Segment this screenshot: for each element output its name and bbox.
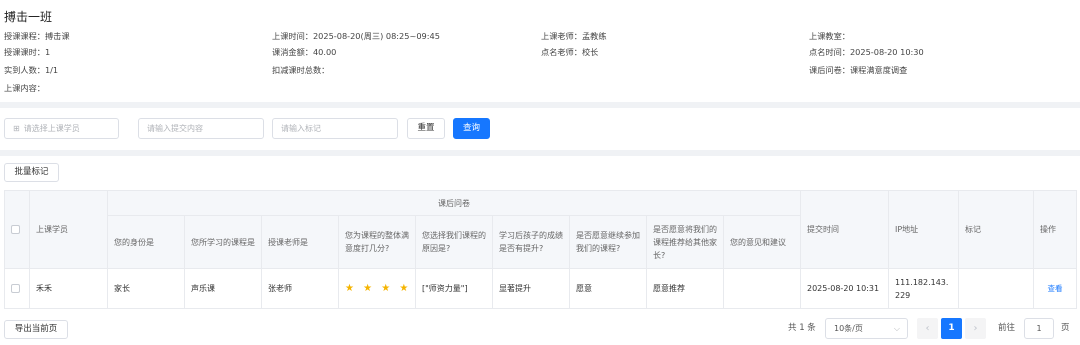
table-row: 禾禾 家长 声乐课 张老师 ★ ★ ★ ★ ★ ["师资力量"] 显著提升 愿意… — [4, 268, 1077, 309]
next-page-button[interactable]: › — [965, 318, 986, 339]
cell-submit-time: 2025-08-20 10:31 — [800, 268, 889, 309]
info-lesson-time: 上课时间：2025-08-20(周三) 08:25~09:45 — [272, 31, 440, 41]
cell-q4: ★ ★ ★ ★ ★ — [338, 268, 416, 309]
rating-stars: ★ ★ ★ ★ ★ — [345, 283, 409, 294]
cell-q8: 愿意推荐 — [646, 268, 724, 309]
grid-icon: ⊞ — [13, 124, 20, 133]
cell-q2: 声乐课 — [184, 268, 262, 309]
goto-page-input[interactable]: 1 — [1024, 318, 1054, 339]
info-row-4: 上课内容： — [4, 82, 1076, 94]
select-all-checkbox[interactable] — [11, 225, 20, 234]
student-select[interactable]: ⊞ 请选择上课学员 — [4, 118, 119, 139]
export-page-button[interactable]: 导出当前页 — [4, 320, 68, 339]
student-select-placeholder: 请选择上课学员 — [23, 124, 80, 133]
info-deduct-total: 扣减课时总数： — [272, 65, 330, 75]
header-q4: 您为课程的整体满意度打几分? — [338, 215, 416, 269]
header-q6: 学习后孩子的成绩是否有提升? — [492, 215, 570, 269]
header-q5: 您选择我们课程的原因是? — [415, 215, 493, 269]
info-attendance: 实到人数：1/1 — [4, 65, 59, 75]
info-survey: 课后问卷：课程满意度调查 — [809, 65, 908, 75]
mark-input-placeholder: 请输入标记 — [281, 124, 321, 133]
info-roll-time: 点名时间：2025-08-20 10:30 — [809, 47, 924, 57]
info-content: 上课内容： — [4, 83, 45, 93]
header-survey-group: 课后问卷 — [107, 190, 801, 216]
view-link[interactable]: 查看 — [1048, 284, 1063, 293]
info-fee: 课消金额：40.00 — [272, 47, 337, 57]
mark-input[interactable]: 请输入标记 — [272, 118, 398, 139]
query-button[interactable]: 查询 — [453, 118, 490, 139]
header-q1: 您的身份是 — [107, 215, 185, 269]
total-count: 共 1 条 — [788, 323, 816, 333]
info-teacher: 上课老师：孟教练 — [541, 31, 607, 41]
class-title: 搏击一班 — [4, 10, 53, 24]
page-size-value: 10条/页 — [834, 324, 863, 333]
header-student: 上课学员 — [29, 190, 108, 269]
header-q8: 是否愿意将我们的课程推荐给其他家长? — [646, 215, 724, 269]
info-classroom: 上课教室： — [809, 31, 850, 41]
cell-student: 禾禾 — [29, 268, 108, 309]
header-ip: IP地址 — [888, 190, 959, 269]
cell-q9 — [723, 268, 801, 309]
info-row-2: 授课课时：1 课消金额：40.00 点名老师：校长 点名时间：2025-08-2… — [4, 46, 1076, 58]
content-input-placeholder: 请输入提交内容 — [147, 124, 203, 133]
header-action: 操作 — [1033, 190, 1077, 269]
row-checkbox[interactable] — [11, 284, 20, 293]
prev-page-button[interactable]: ‹ — [917, 318, 938, 339]
batch-mark-button[interactable]: 批量标记 — [4, 163, 59, 182]
cell-q6: 显著提升 — [492, 268, 570, 309]
info-course: 授课课程：搏击课 — [4, 31, 70, 41]
info-row-3: 实到人数：1/1 扣减课时总数： 课后问卷：课程满意度调查 — [4, 64, 1076, 76]
header-mark: 标记 — [958, 190, 1034, 269]
page-size-select[interactable]: 10条/页 ⌵ — [825, 318, 908, 339]
header-q7: 是否愿意继续参加我们的课程? — [569, 215, 647, 269]
cell-ip: 111.182.143.229 — [888, 268, 959, 309]
header-select-all[interactable] — [4, 190, 30, 269]
info-roll-teacher: 点名老师：校长 — [541, 47, 599, 57]
cell-q7: 愿意 — [569, 268, 647, 309]
results-panel: 批量标记 上课学员 课后问卷 提交时间 IP地址 标记 操作 您的身份是 您所学… — [0, 156, 1080, 345]
header-q9: 您的意见和建议 — [723, 215, 801, 269]
info-lesson-hours: 授课课时：1 — [4, 47, 51, 57]
info-row-1: 授课课程：搏击课 上课时间：2025-08-20(周三) 08:25~09:45… — [4, 30, 1076, 42]
chevron-down-icon: ⌵ — [893, 324, 900, 333]
header-submit-time: 提交时间 — [800, 190, 889, 269]
filter-bar: ⊞ 请选择上课学员 请输入提交内容 请输入标记 重置 查询 — [0, 108, 1080, 150]
lesson-info-panel: 搏击一班 授课课程：搏击课 上课时间：2025-08-20(周三) 08:25~… — [0, 0, 1080, 102]
page-1-button[interactable]: 1 — [941, 318, 962, 339]
survey-table: 上课学员 课后问卷 提交时间 IP地址 标记 操作 您的身份是 您所学习的课程是… — [4, 190, 1077, 309]
goto-label: 前往 — [998, 323, 1016, 333]
row-select-cell[interactable] — [4, 268, 30, 309]
page-unit-label: 页 — [1061, 323, 1070, 333]
cell-q3: 张老师 — [261, 268, 339, 309]
reset-button[interactable]: 重置 — [407, 118, 445, 139]
cell-action: 查看 — [1033, 268, 1077, 309]
cell-mark — [958, 268, 1034, 309]
cell-q5: ["师资力量"] — [415, 268, 493, 309]
cell-q1: 家长 — [107, 268, 185, 309]
content-input[interactable]: 请输入提交内容 — [138, 118, 264, 139]
header-q2: 您所学习的课程是 — [184, 215, 262, 269]
header-q3: 授课老师是 — [261, 215, 339, 269]
